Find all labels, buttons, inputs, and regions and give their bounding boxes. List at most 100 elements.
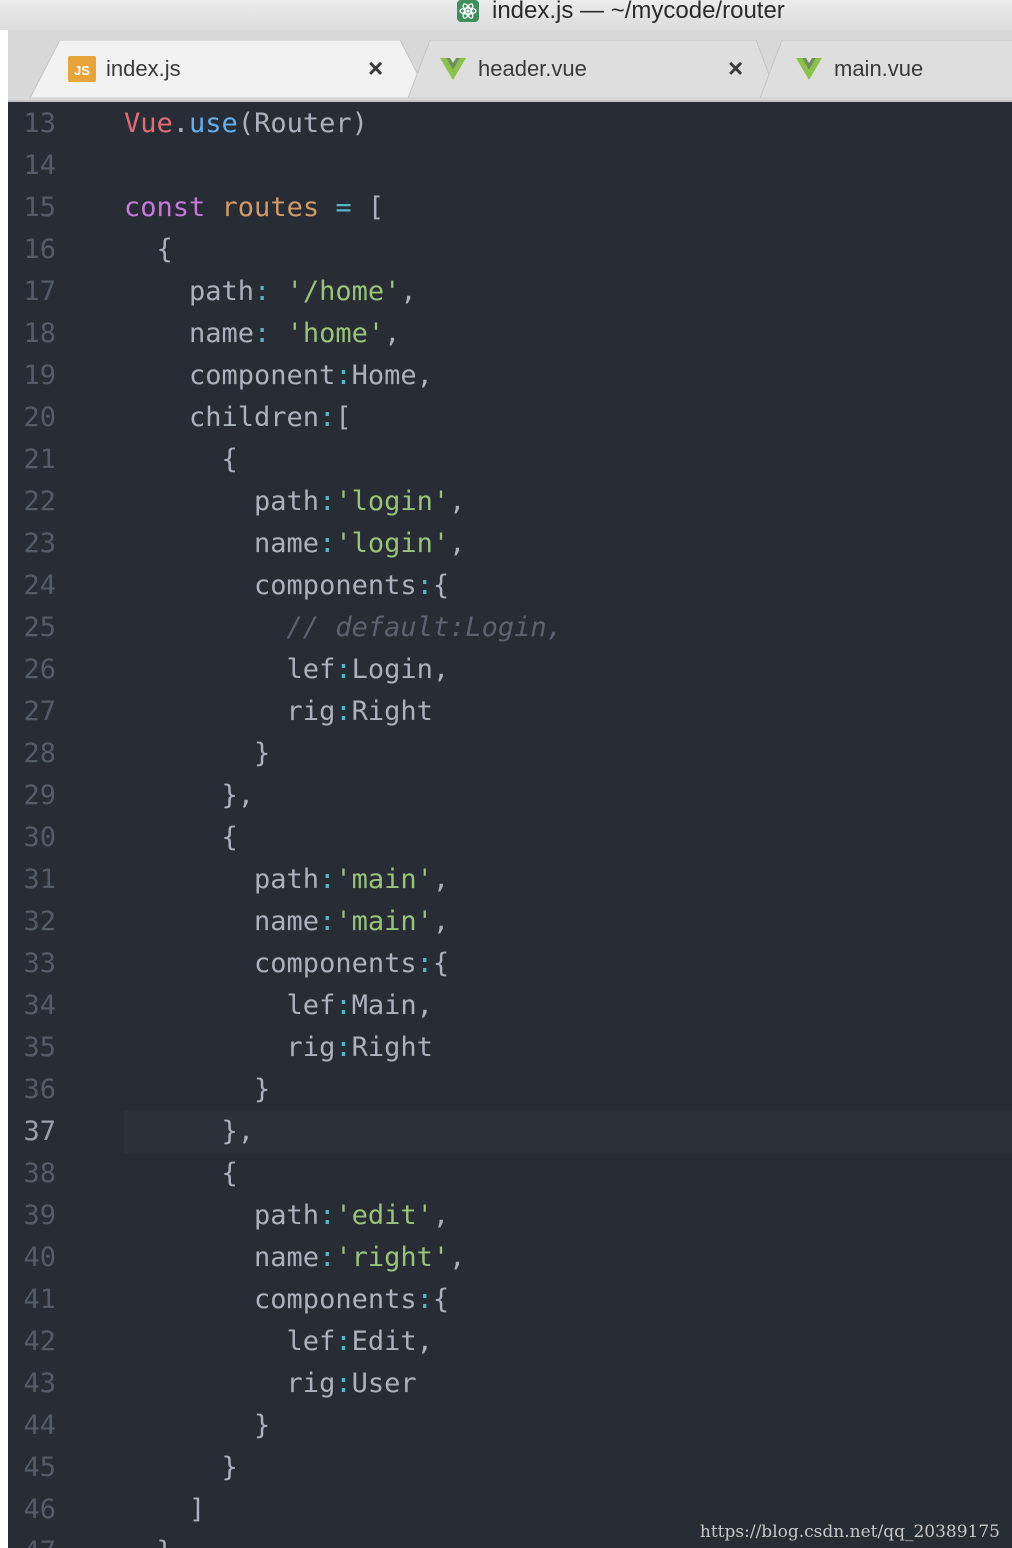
tab-index-js[interactable]: JS index.js × xyxy=(30,40,430,98)
line-number: 44 xyxy=(23,1410,56,1441)
code-text: } xyxy=(124,1531,173,1548)
code-token: : xyxy=(335,1368,352,1399)
code-line[interactable]: 20 children:[ xyxy=(8,397,1012,439)
code-line[interactable]: 13 Vue.use(Router) xyxy=(8,103,1012,145)
code-line[interactable]: 31 path:'main', xyxy=(8,859,1012,901)
code-text: } xyxy=(124,1447,238,1489)
code-line[interactable]: 35 rig:Right xyxy=(8,1027,1012,1069)
code-line[interactable]: 23 name:'login', xyxy=(8,523,1012,565)
code-token: : xyxy=(319,1200,336,1231)
code-token: 'login' xyxy=(335,528,450,559)
tab-label: index.js xyxy=(106,56,181,81)
code-token: { xyxy=(124,444,238,475)
line-number: 37 xyxy=(23,1116,56,1147)
code-token: // default:Login, xyxy=(124,612,563,643)
code-text: name:'right', xyxy=(124,1237,465,1279)
code-token: Edit, xyxy=(351,1326,433,1357)
code-line[interactable]: 30 { xyxy=(8,817,1012,859)
line-number: 43 xyxy=(23,1368,56,1399)
code-line[interactable]: 28 } xyxy=(8,733,1012,775)
code-token: , xyxy=(384,318,401,349)
code-token: . xyxy=(172,108,190,139)
atom-app-icon xyxy=(457,0,479,22)
code-token: User xyxy=(351,1368,417,1399)
code-line[interactable]: 39 path:'edit', xyxy=(8,1195,1012,1237)
code-line[interactable]: 32 name:'main', xyxy=(8,901,1012,943)
code-token: }, xyxy=(124,1116,255,1147)
code-line[interactable]: 36 } xyxy=(8,1069,1012,1111)
code-token: : xyxy=(335,1326,352,1357)
code-line[interactable]: 37 }, xyxy=(8,1111,1012,1153)
code-token: Right xyxy=(351,1032,433,1063)
code-line[interactable]: 40 name:'right', xyxy=(8,1237,1012,1279)
code-line[interactable]: 18 name: 'home', xyxy=(8,313,1012,355)
line-number: 40 xyxy=(23,1242,56,1273)
code-token: component xyxy=(124,360,336,391)
title-bar: index.js — ~/mycode/router xyxy=(0,0,1012,30)
code-text: { xyxy=(124,229,173,271)
code-token: name xyxy=(124,906,320,937)
code-token: { xyxy=(432,1284,450,1315)
code-token: }, xyxy=(124,780,255,811)
code-line[interactable]: 14 xyxy=(8,145,1012,187)
code-text: const routes = [ xyxy=(124,187,384,229)
code-token: : xyxy=(416,1284,433,1315)
tab-main-vue[interactable]: main.vue xyxy=(760,40,1012,98)
code-text: name:'main', xyxy=(124,901,449,943)
code-text: components:{ xyxy=(124,1279,449,1321)
code-token: 'login' xyxy=(335,486,450,517)
code-line[interactable]: 43 rig:User xyxy=(8,1363,1012,1405)
code-line[interactable]: 22 path:'login', xyxy=(8,481,1012,523)
code-line[interactable]: 45 } xyxy=(8,1447,1012,1489)
tab-header-vue[interactable]: header.vue × xyxy=(408,40,778,98)
code-text: // default:Login, xyxy=(124,607,563,649)
code-token: , xyxy=(449,1242,466,1273)
code-token: 'edit' xyxy=(335,1200,433,1231)
code-token: lef xyxy=(124,654,336,685)
code-token: , xyxy=(400,276,417,307)
close-icon[interactable]: × xyxy=(368,54,383,82)
code-token: components xyxy=(124,1284,417,1315)
code-line[interactable]: 34 lef:Main, xyxy=(8,985,1012,1027)
code-line[interactable]: 44 } xyxy=(8,1405,1012,1447)
code-token: , xyxy=(432,864,450,895)
code-line[interactable]: 42 lef:Edit, xyxy=(8,1321,1012,1363)
code-text: path: '/home', xyxy=(124,271,417,313)
code-token: Main, xyxy=(351,990,433,1021)
code-line[interactable]: 41 components:{ xyxy=(8,1279,1012,1321)
code-line[interactable]: 25 // default:Login, xyxy=(8,607,1012,649)
code-token: , xyxy=(432,1200,450,1231)
code-token: rig xyxy=(124,1032,336,1063)
code-line[interactable]: 26 lef:Login, xyxy=(8,649,1012,691)
code-text: lef:Login, xyxy=(124,649,450,691)
code-text: rig:Right xyxy=(124,691,433,733)
code-token: lef xyxy=(124,1326,336,1357)
code-text: { xyxy=(124,439,238,481)
code-line[interactable]: 21 { xyxy=(8,439,1012,481)
line-number: 22 xyxy=(23,486,56,517)
code-line[interactable]: 29 }, xyxy=(8,775,1012,817)
code-line[interactable]: 24 components:{ xyxy=(8,565,1012,607)
code-line[interactable]: 38 { xyxy=(8,1153,1012,1195)
code-token: routes xyxy=(221,192,320,223)
code-text: name:'login', xyxy=(124,523,465,565)
code-text: } xyxy=(124,1069,270,1111)
code-token: Vue xyxy=(124,108,173,139)
code-line[interactable]: 19 component:Home, xyxy=(8,355,1012,397)
code-token: (Router) xyxy=(237,108,368,139)
code-token: : xyxy=(416,948,433,979)
code-line[interactable]: 33 components:{ xyxy=(8,943,1012,985)
line-number: 41 xyxy=(23,1284,56,1315)
code-editor[interactable]: 13 Vue.use(Router) 14 15 const routes = [16 … xyxy=(8,102,1012,1548)
code-token: path xyxy=(124,864,320,895)
code-line[interactable]: 27 rig:Right xyxy=(8,691,1012,733)
code-token: : xyxy=(335,990,352,1021)
code-line[interactable]: 16 { xyxy=(8,229,1012,271)
code-line[interactable]: 17 path: '/home', xyxy=(8,271,1012,313)
code-token: , xyxy=(432,906,450,937)
code-token: : xyxy=(319,906,336,937)
line-number: 33 xyxy=(23,948,56,979)
close-icon[interactable]: × xyxy=(728,54,743,82)
code-line[interactable]: 15 const routes = [ xyxy=(8,187,1012,229)
